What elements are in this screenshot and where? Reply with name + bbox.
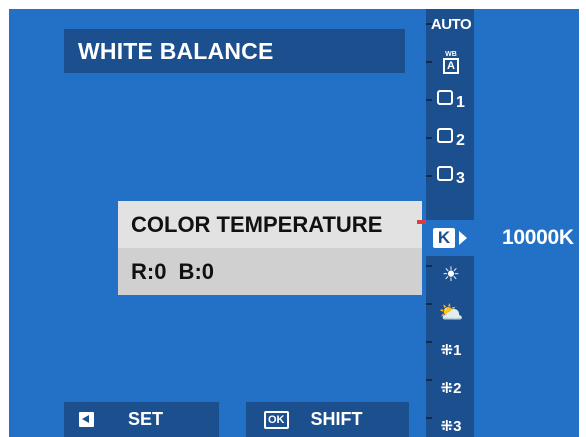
wb-auto-white-icon: WB A	[443, 51, 459, 74]
custom-wb-1-icon: 1	[435, 88, 467, 112]
shade-icon: ⛅	[438, 301, 464, 324]
arrow-right-icon	[459, 231, 467, 245]
fluorescent-2-icon: ⁜2	[440, 380, 462, 397]
set-button[interactable]: SET	[64, 402, 219, 437]
custom-number: 1	[456, 94, 465, 111]
selection-indicator	[417, 220, 426, 224]
wb-icon-box-text: A	[443, 57, 459, 74]
wb-mode-custom-2[interactable]: 2	[432, 123, 470, 153]
sun-icon: ☀	[442, 263, 460, 286]
selected-mode-label[interactable]: COLOR TEMPERATURE	[118, 201, 422, 248]
shift-button[interactable]: OK SHIFT	[246, 402, 409, 437]
auto-label: AUTO	[430, 15, 472, 33]
wb-mode-custom-3[interactable]: 3	[432, 161, 470, 191]
page-title: WHITE BALANCE	[64, 29, 405, 73]
camera-menu-screen: WHITE BALANCE COLOR TEMPERATURE R:0 B:0 …	[9, 9, 579, 437]
wb-mode-white-priority[interactable]: WB A	[432, 47, 470, 77]
kelvin-icon: K	[433, 228, 455, 248]
wb-mode-shade[interactable]: ⛅	[432, 297, 470, 327]
wb-icon-top-text: WB	[445, 50, 457, 58]
wb-mode-kelvin[interactable]: K	[426, 220, 474, 256]
wb-mode-daylight[interactable]: ☀	[432, 259, 470, 289]
wb-shift-values[interactable]: R:0 B:0	[118, 248, 422, 295]
kelvin-value: 10000K	[502, 226, 574, 249]
wb-mode-fluorescent-1[interactable]: ⁜1	[432, 335, 470, 365]
custom-number: 3	[456, 170, 465, 187]
wb-mode-custom-1[interactable]: 1	[432, 85, 470, 115]
selection-panel[interactable]: COLOR TEMPERATURE R:0 B:0	[118, 201, 422, 295]
left-arrow-icon	[79, 412, 94, 427]
ok-icon: OK	[264, 410, 289, 429]
shift-label: SHIFT	[310, 409, 363, 429]
fluorescent-1-icon: ⁜1	[440, 342, 462, 359]
wb-mode-auto[interactable]: AUTO	[430, 9, 472, 39]
custom-number: 2	[456, 132, 465, 149]
custom-wb-3-icon: 3	[435, 164, 467, 188]
set-label: SET	[128, 409, 164, 429]
wb-mode-fluorescent-3[interactable]: ⁜3	[432, 411, 470, 437]
fluorescent-3-icon: ⁜3	[440, 418, 462, 435]
custom-wb-2-icon: 2	[435, 126, 467, 150]
wb-mode-fluorescent-2[interactable]: ⁜2	[432, 373, 470, 403]
